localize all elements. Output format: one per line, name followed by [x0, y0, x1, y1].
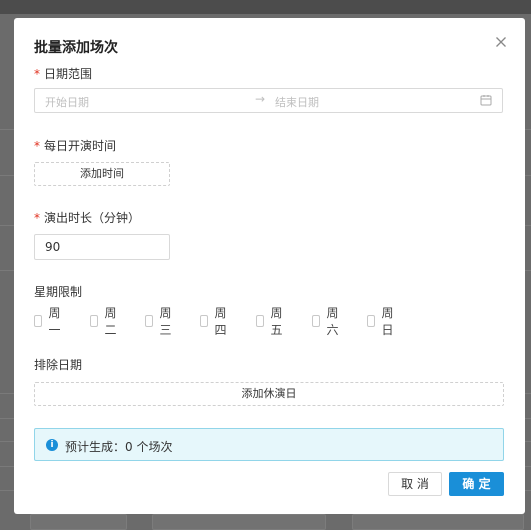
duration-label: * 演出时长（分钟）	[34, 211, 141, 225]
checkbox[interactable]	[367, 315, 376, 327]
exclude-dates-label: 排除日期	[34, 358, 83, 372]
add-rest-day-button[interactable]: 添加休演日	[34, 382, 504, 406]
batch-add-sessions-dialog: 批量添加场次 * 日期范围 开始日期 → 结束日期 * 每日开演时间 添加时间 * 演…	[14, 18, 525, 514]
weekday-limit-label: 星期限制	[34, 285, 83, 299]
calendar-icon[interactable]	[480, 94, 492, 109]
checkbox[interactable]	[256, 315, 265, 327]
weekday-checkbox-mon[interactable]: 周一	[34, 306, 64, 337]
add-time-button[interactable]: 添加时间	[34, 162, 170, 186]
start-date-placeholder[interactable]: 开始日期	[45, 94, 89, 110]
daily-time-label: * 每日开演时间	[34, 139, 117, 153]
checkbox[interactable]	[145, 315, 154, 327]
end-date-placeholder[interactable]: 结束日期	[275, 94, 319, 110]
weekday-checkbox-sun[interactable]: 周日	[367, 306, 397, 337]
cancel-button[interactable]: 取 消	[388, 472, 442, 496]
close-icon[interactable]	[491, 32, 511, 52]
required-mark: *	[34, 139, 40, 153]
weekday-checkbox-sat[interactable]: 周六	[312, 306, 342, 337]
checkbox[interactable]	[312, 315, 321, 327]
background-field	[30, 514, 127, 530]
estimate-alert: i 预计生成：0 个场次	[34, 428, 504, 461]
background-field	[152, 514, 326, 530]
background-field	[352, 514, 524, 530]
weekday-checkbox-wed[interactable]: 周三	[145, 306, 175, 337]
checkbox[interactable]	[34, 315, 43, 327]
estimate-text: 预计生成：0 个场次	[65, 440, 173, 454]
checkbox[interactable]	[90, 315, 99, 327]
weekday-checkbox-fri[interactable]: 周五	[256, 306, 286, 337]
background-header	[0, 0, 531, 14]
duration-input[interactable]: 90	[34, 234, 170, 260]
required-mark: *	[34, 211, 40, 225]
date-range-label: * 日期范围	[34, 67, 93, 81]
range-separator: →	[255, 92, 266, 106]
dialog-title: 批量添加场次	[34, 40, 118, 56]
required-mark: *	[34, 67, 40, 81]
info-icon: i	[46, 439, 58, 451]
date-range-picker[interactable]: 开始日期 → 结束日期	[34, 88, 503, 113]
weekday-checkbox-thu[interactable]: 周四	[200, 306, 230, 337]
weekday-checkbox-tue[interactable]: 周二	[90, 306, 120, 337]
checkbox[interactable]	[200, 315, 209, 327]
confirm-button[interactable]: 确 定	[449, 472, 504, 496]
